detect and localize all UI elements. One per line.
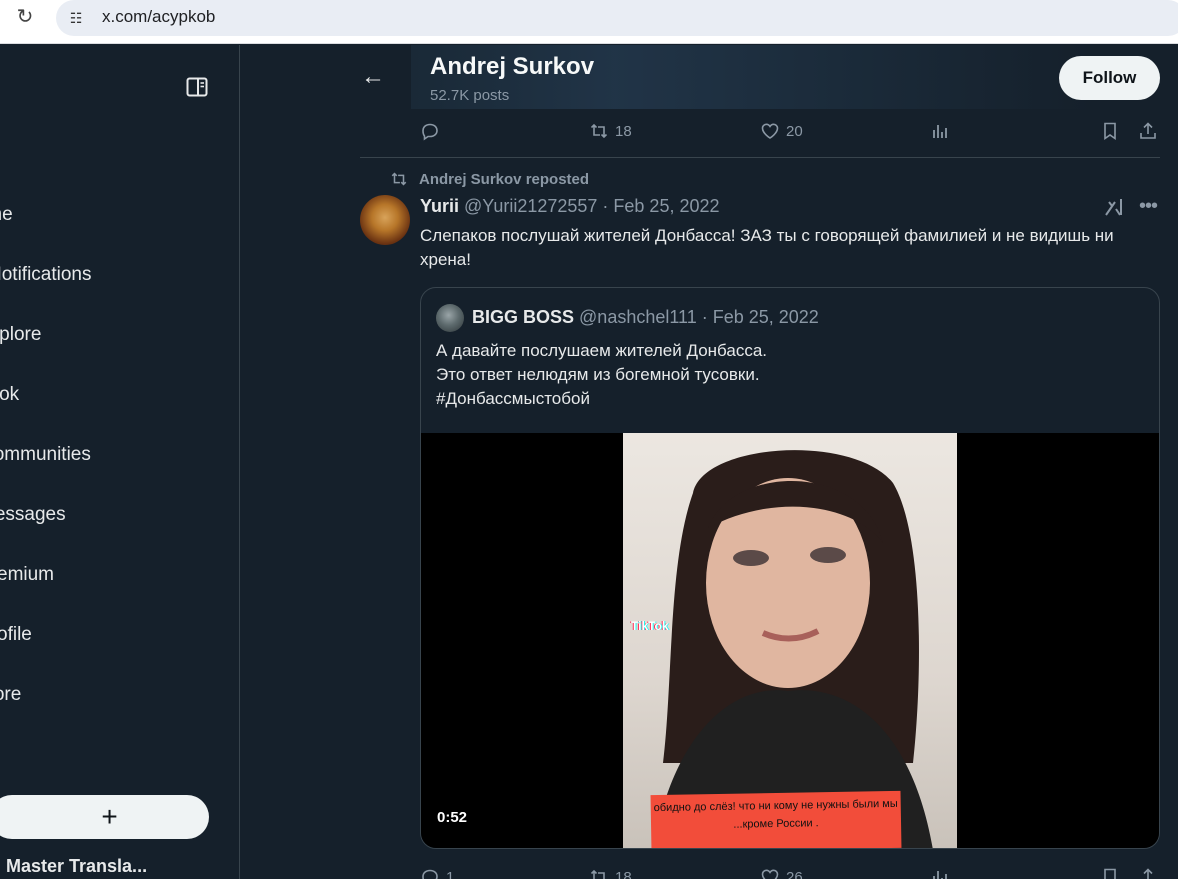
video-player[interactable]: TikTok обидно до слёз! что ни кому не ну… xyxy=(421,433,1159,848)
reply-button[interactable]: 1 xyxy=(420,865,454,879)
share-button[interactable] xyxy=(1138,119,1158,143)
address-bar[interactable]: ☷ x.com/acypkob xyxy=(56,0,1178,36)
repost-icon xyxy=(590,869,605,879)
quoted-tweet-date[interactable]: · Feb 25, 2022 xyxy=(702,307,819,327)
quoted-tweet-header: BIGG BOSS @nashchel111 · Feb 25, 2022 xyxy=(472,307,819,328)
repost-context: Andrej Surkov reposted xyxy=(389,169,589,189)
repost-icon xyxy=(590,123,608,139)
sidebar: Home Notifications Explore Grok Communit… xyxy=(0,45,240,879)
post-divider xyxy=(360,157,1160,158)
repost-label[interactable]: Andrej Surkov reposted xyxy=(419,171,589,188)
hashtag-link[interactable]: #Донбассмыстобой xyxy=(436,387,767,411)
grok-icon[interactable] xyxy=(1103,196,1125,218)
sidebar-item-home[interactable]: Home xyxy=(0,195,13,235)
repost-button[interactable]: 18 xyxy=(589,119,632,143)
account-name[interactable]: Master Transla... xyxy=(6,856,147,877)
sidebar-toggle-icon[interactable] xyxy=(186,77,208,97)
follow-button[interactable]: Follow xyxy=(1059,56,1160,100)
share-icon xyxy=(1140,122,1156,139)
quoted-author-handle[interactable]: @nashchel111 xyxy=(579,307,697,327)
sidebar-item-label: Grok xyxy=(0,384,20,405)
video-duration: 0:52 xyxy=(437,809,468,826)
quoted-tweet-text: А давайте послушаем жителей Донбасса. Эт… xyxy=(436,339,767,411)
avatar[interactable] xyxy=(360,195,410,245)
like-button[interactable]: 20 xyxy=(760,119,803,143)
sidebar-item-profile[interactable]: Profile xyxy=(0,615,32,655)
views-button[interactable] xyxy=(930,119,950,143)
tweet-header: Yurii @Yurii21272557 · Feb 25, 2022 xyxy=(420,196,720,218)
back-arrow-icon[interactable]: ← xyxy=(359,63,387,91)
more-options-icon[interactable]: ••• xyxy=(1137,195,1159,217)
sidebar-item-label: Explore xyxy=(0,324,42,345)
author-handle[interactable]: @Yurii21272557 xyxy=(464,196,597,216)
video-caption: обидно до слёз! что ни кому не нужны был… xyxy=(650,790,902,848)
bookmark-icon xyxy=(1104,122,1116,141)
tiktok-watermark: TikTok xyxy=(631,619,669,633)
video-thumbnail: TikTok обидно до слёз! что ни кому не ну… xyxy=(623,433,957,848)
reply-icon xyxy=(422,869,438,879)
repost-icon xyxy=(391,172,407,186)
quoted-author-name[interactable]: BIGG BOSS xyxy=(472,307,574,327)
reply-button[interactable] xyxy=(420,119,446,143)
views-button[interactable] xyxy=(930,865,950,879)
quoted-tweet[interactable]: BIGG BOSS @nashchel111 · Feb 25, 2022 А … xyxy=(420,287,1160,849)
tweet-actions: 1 18 26 xyxy=(420,865,1160,879)
reply-count: 1 xyxy=(446,868,455,879)
sidebar-item-messages[interactable]: Messages xyxy=(0,495,66,535)
bookmark-button[interactable] xyxy=(1100,119,1120,143)
sidebar-item-label: Premium xyxy=(0,564,55,585)
repost-button[interactable]: 18 xyxy=(589,865,632,879)
heart-icon xyxy=(761,123,779,139)
compose-post-button[interactable]: + xyxy=(0,795,209,839)
browser-toolbar: ↻ ☷ x.com/acypkob xyxy=(0,0,1178,44)
author-name[interactable]: Yurii xyxy=(420,196,459,216)
sidebar-item-premium[interactable]: Premium xyxy=(0,555,54,595)
page-title: Andrej Surkov xyxy=(430,53,595,80)
tweet-text: Слепаков послушай жителей Донбасса! ЗАЗ … xyxy=(420,226,1114,269)
post-count: 52.7K posts xyxy=(430,87,510,104)
sidebar-item-label: Messages xyxy=(0,504,66,525)
tweet-date[interactable]: · Feb 25, 2022 xyxy=(602,196,719,216)
previous-post-actions: 18 20 xyxy=(420,119,1160,143)
reload-icon[interactable]: ↻ xyxy=(12,4,38,30)
sidebar-item-label: Home xyxy=(0,204,13,225)
site-info-icon[interactable]: ☷ xyxy=(66,8,86,28)
quoted-text-line: Это ответ нелюдям из богемной тусовки. xyxy=(436,365,760,384)
like-count: 26 xyxy=(786,868,803,879)
video-person-image xyxy=(653,450,933,848)
heart-icon xyxy=(761,869,779,879)
views-icon xyxy=(933,125,947,138)
views-icon xyxy=(933,871,947,879)
profile-header: ← Andrej Surkov 52.7K posts Follow xyxy=(241,45,1178,115)
like-button[interactable]: 26 xyxy=(760,865,803,879)
main-column: ← Andrej Surkov 52.7K posts Follow 18 20 xyxy=(241,45,1178,879)
sidebar-item-grok[interactable]: Grok xyxy=(0,375,19,415)
sidebar-item-label: Communities xyxy=(0,444,91,465)
like-count: 20 xyxy=(786,122,803,140)
repost-count: 18 xyxy=(615,868,632,879)
bookmark-button[interactable] xyxy=(1100,865,1120,879)
sidebar-item-label: Notifications xyxy=(0,264,92,285)
sidebar-item-label: More xyxy=(0,684,22,705)
sidebar-item-label: Profile xyxy=(0,624,32,645)
sidebar-item-notifications[interactable]: Notifications xyxy=(0,255,92,295)
avatar[interactable] xyxy=(436,304,464,332)
url-text[interactable]: x.com/acypkob xyxy=(102,7,215,27)
share-icon xyxy=(1140,868,1156,879)
share-button[interactable] xyxy=(1138,865,1158,879)
sidebar-item-communities[interactable]: Communities xyxy=(0,435,91,475)
bookmark-icon xyxy=(1104,868,1116,879)
quoted-text-line: А давайте послушаем жителей Донбасса. xyxy=(436,341,768,360)
sidebar-item-more[interactable]: More xyxy=(0,675,21,715)
sidebar-item-explore[interactable]: Explore xyxy=(0,315,41,355)
reply-icon xyxy=(422,123,438,141)
repost-count: 18 xyxy=(615,122,632,140)
